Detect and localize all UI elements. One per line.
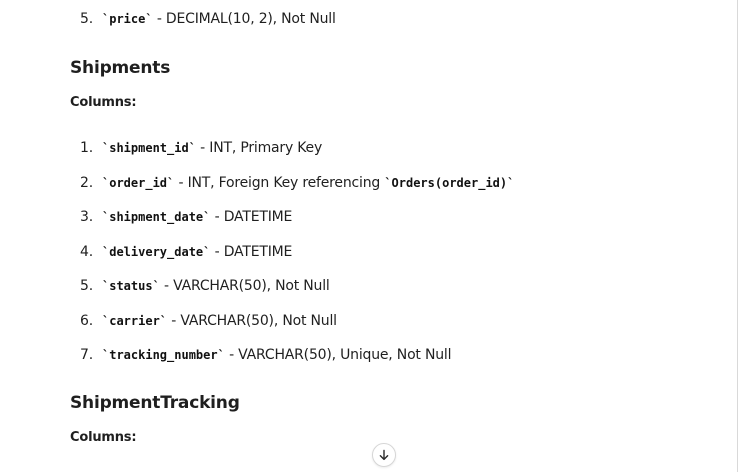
columns-label: Columns:	[70, 430, 137, 445]
list-number: 5.	[80, 278, 93, 294]
column-name: `order_id`	[102, 176, 175, 190]
list-item: 3. `shipment_date` - DATETIME	[80, 206, 292, 228]
column-description: - VARCHAR(50), Not Null	[159, 278, 330, 294]
column-name: `delivery_date`	[102, 245, 211, 259]
list-number: 7.	[80, 347, 93, 363]
column-description: - INT, Foreign Key referencing	[174, 175, 385, 191]
list-number: 6.	[80, 313, 93, 329]
column-description: - VARCHAR(50), Not Null	[167, 313, 337, 329]
column-description: - VARCHAR(50), Unique, Not Null	[224, 347, 452, 363]
column-name: `price`	[102, 12, 153, 26]
foreign-key-reference: `Orders(order_id)`	[384, 176, 515, 190]
chat-message-panel: 5. `price` - DECIMAL(10, 2), Not Null Shi…	[0, 0, 738, 472]
columns-label: Columns:	[70, 95, 137, 110]
column-name: `shipment_id`	[102, 141, 196, 155]
list-number: 5.	[80, 11, 93, 27]
scroll-to-bottom-button[interactable]	[372, 443, 396, 467]
column-name: `tracking_number`	[102, 348, 225, 362]
list-item: 2. `order_id` - INT, Foreign Key referenc…	[80, 172, 514, 194]
column-name: `status`	[102, 279, 160, 293]
list-item: 4. `delivery_date` - DATETIME	[80, 241, 292, 263]
section-heading-shipment-tracking: ShipmentTracking	[70, 393, 240, 413]
list-number: 4.	[80, 244, 93, 260]
arrow-down-icon	[379, 449, 389, 461]
list-item: 1. `shipment_id` - INT, Primary Key	[80, 137, 322, 159]
column-description: - DATETIME	[210, 209, 293, 225]
section-heading-shipments: Shipments	[70, 58, 171, 78]
column-description: - DECIMAL(10, 2), Not Null	[152, 11, 336, 27]
column-name: `shipment_date`	[102, 210, 211, 224]
list-number: 1.	[80, 140, 93, 156]
list-item: 5. `status` - VARCHAR(50), Not Null	[80, 275, 330, 297]
column-description: - INT, Primary Key	[195, 140, 323, 156]
column-description: - DATETIME	[210, 244, 293, 260]
list-item: 6. `carrier` - VARCHAR(50), Not Null	[80, 310, 337, 332]
list-number: 3.	[80, 209, 93, 225]
message-content: 5. `price` - DECIMAL(10, 2), Not Null Shi…	[0, 0, 737, 472]
list-item: 5. `price` - DECIMAL(10, 2), Not Null	[80, 8, 336, 30]
column-name: `carrier`	[102, 314, 168, 328]
list-number: 2.	[80, 175, 93, 191]
list-item: 7. `tracking_number` - VARCHAR(50), Uniqu…	[80, 344, 452, 366]
